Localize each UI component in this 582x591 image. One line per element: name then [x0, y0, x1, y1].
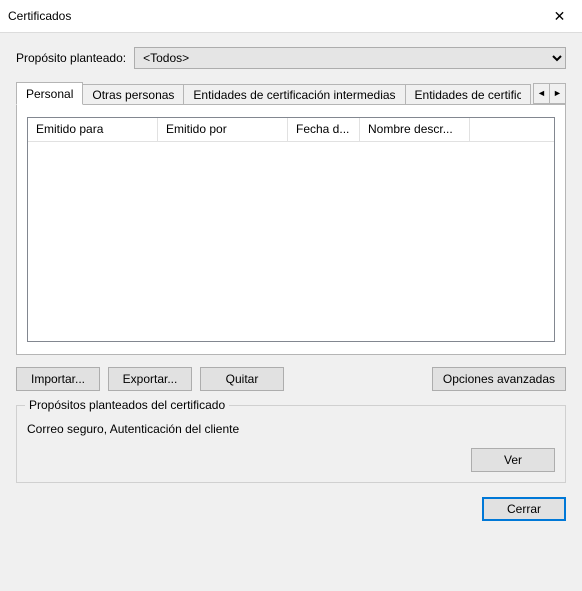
export-button[interactable]: Exportar...	[108, 367, 192, 391]
certificates-listview[interactable]: Emitido para Emitido por Fecha d... Nomb…	[27, 117, 555, 342]
column-filler	[470, 118, 554, 142]
tab-panel-personal: Emitido para Emitido por Fecha d... Nomb…	[16, 104, 566, 355]
column-issued-by[interactable]: Emitido por	[158, 118, 288, 142]
tab-trusted-cas[interactable]: Entidades de certificac	[405, 84, 531, 105]
chevron-left-icon: ◄	[537, 89, 546, 98]
import-button[interactable]: Importar...	[16, 367, 100, 391]
tab-scroll-buttons: ◄ ►	[533, 83, 566, 104]
footer-row: Cerrar	[16, 497, 566, 521]
certificate-purposes-groupbox: Propósitos planteados del certificado Co…	[16, 405, 566, 483]
intended-purpose-label: Propósito planteado:	[16, 51, 126, 65]
intended-purpose-select[interactable]: <Todos>	[134, 47, 566, 69]
tab-scroll-right-button[interactable]: ►	[549, 83, 566, 104]
tab-intermediate-cas[interactable]: Entidades de certificación intermedias	[183, 84, 405, 105]
tabs-container: Personal Otras personas Entidades de cer…	[16, 81, 566, 355]
action-buttons-row: Importar... Exportar... Quitar Opciones …	[16, 367, 566, 391]
chevron-right-icon: ►	[553, 89, 562, 98]
tab-other-people[interactable]: Otras personas	[82, 84, 184, 105]
tab-personal-label: Personal	[26, 87, 73, 101]
view-button-row: Ver	[27, 448, 555, 472]
spacer	[292, 367, 424, 391]
tab-personal[interactable]: Personal	[16, 82, 83, 105]
certificates-dialog: Certificados ✕ Propósito planteado: <Tod…	[0, 0, 582, 591]
titlebar: Certificados ✕	[0, 0, 582, 33]
view-button[interactable]: Ver	[471, 448, 555, 472]
certificate-purposes-legend: Propósitos planteados del certificado	[25, 398, 229, 412]
tabstrip: Personal Otras personas Entidades de cer…	[16, 81, 566, 105]
tab-intermediate-cas-label: Entidades de certificación intermedias	[193, 88, 395, 102]
window-title: Certificados	[8, 9, 71, 23]
tab-scroll-left-button[interactable]: ◄	[533, 83, 550, 104]
listview-headers: Emitido para Emitido por Fecha d... Nomb…	[28, 118, 554, 142]
close-button[interactable]: Cerrar	[482, 497, 566, 521]
column-friendly-name[interactable]: Nombre descr...	[360, 118, 470, 142]
close-icon[interactable]: ✕	[537, 1, 582, 32]
intended-purpose-row: Propósito planteado: <Todos>	[16, 47, 566, 69]
column-issued-to[interactable]: Emitido para	[28, 118, 158, 142]
certificate-purposes-text: Correo seguro, Autenticación del cliente	[27, 422, 555, 436]
remove-button[interactable]: Quitar	[200, 367, 284, 391]
tab-other-people-label: Otras personas	[92, 88, 174, 102]
dialog-body: Propósito planteado: <Todos> Personal Ot…	[0, 33, 582, 591]
tab-trusted-cas-label: Entidades de certificac	[415, 85, 521, 105]
column-expiration-date[interactable]: Fecha d...	[288, 118, 360, 142]
advanced-options-button[interactable]: Opciones avanzadas	[432, 367, 566, 391]
